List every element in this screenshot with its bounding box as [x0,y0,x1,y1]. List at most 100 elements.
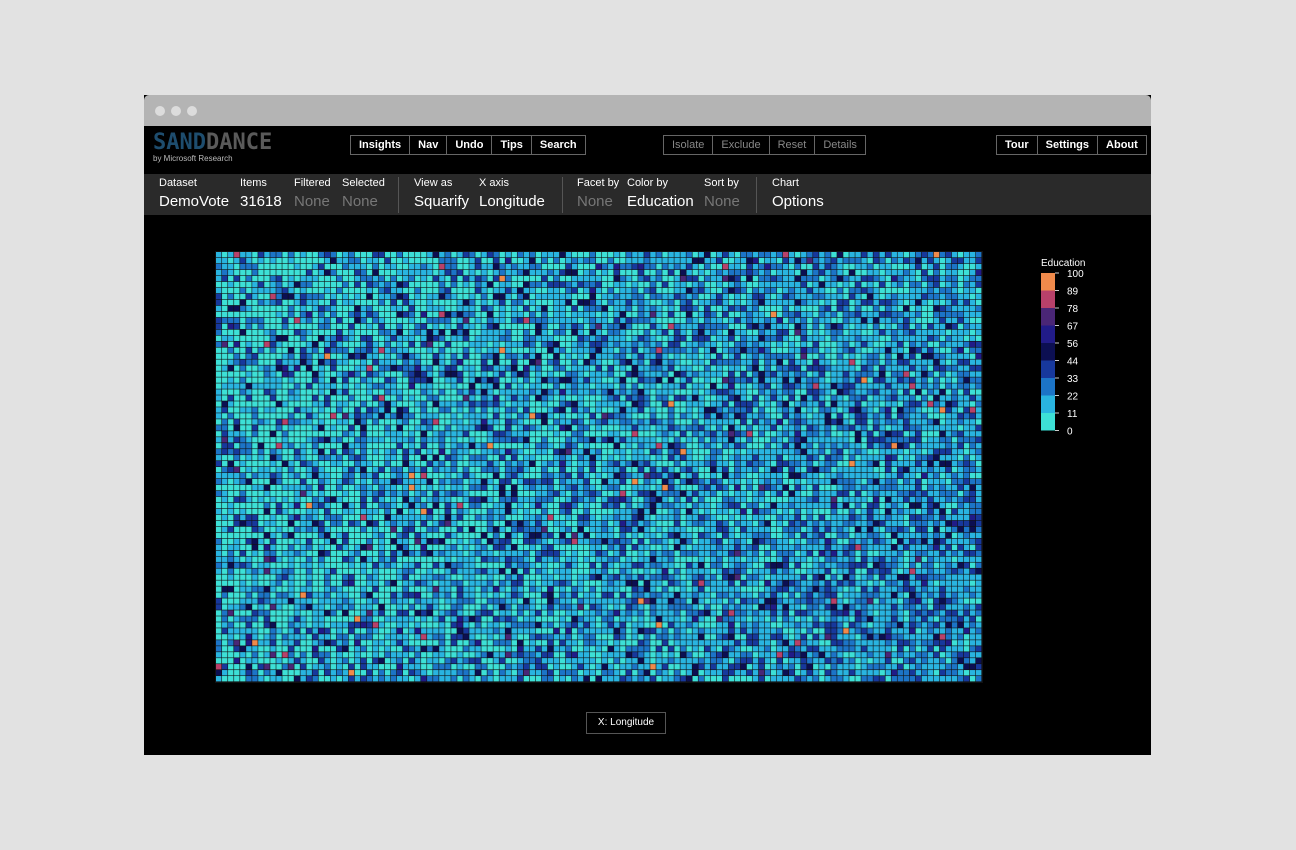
chart-cell[interactable] [439,269,445,276]
chart-cell[interactable] [511,335,517,341]
chart-cell[interactable] [523,305,530,312]
chart-cell[interactable] [360,443,367,449]
chart-cell[interactable] [632,275,638,282]
chart-cell[interactable] [650,263,656,270]
chart-cell[interactable] [589,467,596,473]
chart-cell[interactable] [451,347,457,353]
chart-cell[interactable] [602,311,608,318]
chart-cell[interactable] [656,377,662,383]
chart-cell[interactable] [903,347,910,353]
chart-cell[interactable] [396,437,403,443]
chart-cell[interactable] [644,413,650,419]
chart-cell[interactable] [788,341,795,347]
chart-cell[interactable] [427,449,433,455]
chart-cell[interactable] [788,425,795,431]
chart-cell[interactable] [674,419,680,425]
chart-cell[interactable] [638,419,644,425]
chart-cell[interactable] [511,455,517,461]
chart-cell[interactable] [390,425,397,431]
chart-cell[interactable] [372,335,379,341]
chart-cell[interactable] [457,353,463,359]
chart-cell[interactable] [541,359,548,365]
chart-cell[interactable] [837,269,843,276]
chart-cell[interactable] [957,431,964,437]
chart-cell[interactable] [577,472,584,479]
chart-cell[interactable] [843,449,849,455]
chart-cell[interactable] [764,359,771,365]
chart-cell[interactable] [493,413,499,419]
chart-cell[interactable] [589,263,596,270]
chart-cell[interactable] [933,431,940,437]
chart-cell[interactable] [656,311,662,318]
chart-cell[interactable] [276,335,282,341]
chart-cell[interactable] [493,395,499,401]
chart-cell[interactable] [807,299,813,306]
chart-cell[interactable] [439,329,445,336]
chart-cell[interactable] [258,305,264,312]
chart-cell[interactable] [330,329,337,336]
chart-cell[interactable] [776,305,783,312]
chart-cell[interactable] [969,455,976,461]
chart-cell[interactable] [885,455,891,461]
chart-cell[interactable] [969,299,976,306]
chart-cell[interactable] [837,293,843,300]
chart-cell[interactable] [276,395,282,401]
chart-cell[interactable] [933,287,940,294]
chart-cell[interactable] [951,263,958,270]
chart-cell[interactable] [819,472,825,479]
chart-cell[interactable] [330,395,337,401]
chart-cell[interactable] [571,478,578,485]
chart-cell[interactable] [294,419,300,425]
chart-cell[interactable] [222,389,228,395]
chart-cell[interactable] [710,401,717,407]
chart-cell[interactable] [867,365,873,371]
chart-cell[interactable] [264,275,270,282]
chart-cell[interactable] [957,413,964,419]
chart-cell[interactable] [602,347,608,353]
chart-cell[interactable] [602,365,608,371]
chart-cell[interactable] [529,341,536,347]
chart-cell[interactable] [336,472,343,479]
chart-cell[interactable] [396,359,403,365]
chart-cell[interactable] [264,257,270,264]
chart-cell[interactable] [933,317,940,324]
chart-cell[interactable] [523,371,530,377]
chart-cell[interactable] [529,257,536,264]
chart-cell[interactable] [451,377,457,383]
chart-cell[interactable] [813,299,819,306]
chart-cell[interactable] [360,395,367,401]
chart-cell[interactable] [282,341,288,347]
chart-cell[interactable] [360,365,367,371]
chart-cell[interactable] [662,269,668,276]
chart-cell[interactable] [710,341,717,347]
chart-cell[interactable] [891,389,897,395]
chart-cell[interactable] [481,419,487,425]
chart-cell[interactable] [246,281,252,288]
chart-cell[interactable] [704,287,710,294]
chart-cell[interactable] [782,461,789,467]
chart-cell[interactable] [915,377,922,383]
chart-cell[interactable] [825,413,831,419]
chart-cell[interactable] [782,281,789,288]
tips-button[interactable]: Tips [492,136,532,154]
chart-cell[interactable] [776,449,783,455]
chart-cell[interactable] [378,269,385,276]
chart-cell[interactable] [300,329,306,336]
chart-cell[interactable] [270,467,276,473]
chart-cell[interactable] [837,401,843,407]
chart-cell[interactable] [571,472,578,479]
chart-cell[interactable] [969,413,976,419]
chart-cell[interactable] [523,377,530,383]
chart-cell[interactable] [324,359,330,365]
chart-cell[interactable] [577,455,584,461]
chart-cell[interactable] [746,275,753,282]
chart-cell[interactable] [559,323,566,330]
chart-cell[interactable] [511,305,517,312]
chart-cell[interactable] [384,275,391,282]
chart-cell[interactable] [686,281,692,288]
chart-cell[interactable] [843,335,849,341]
chart-cell[interactable] [770,299,777,306]
chart-cell[interactable] [801,287,807,294]
chart-cell[interactable] [843,425,849,431]
chart-cell[interactable] [390,311,397,318]
